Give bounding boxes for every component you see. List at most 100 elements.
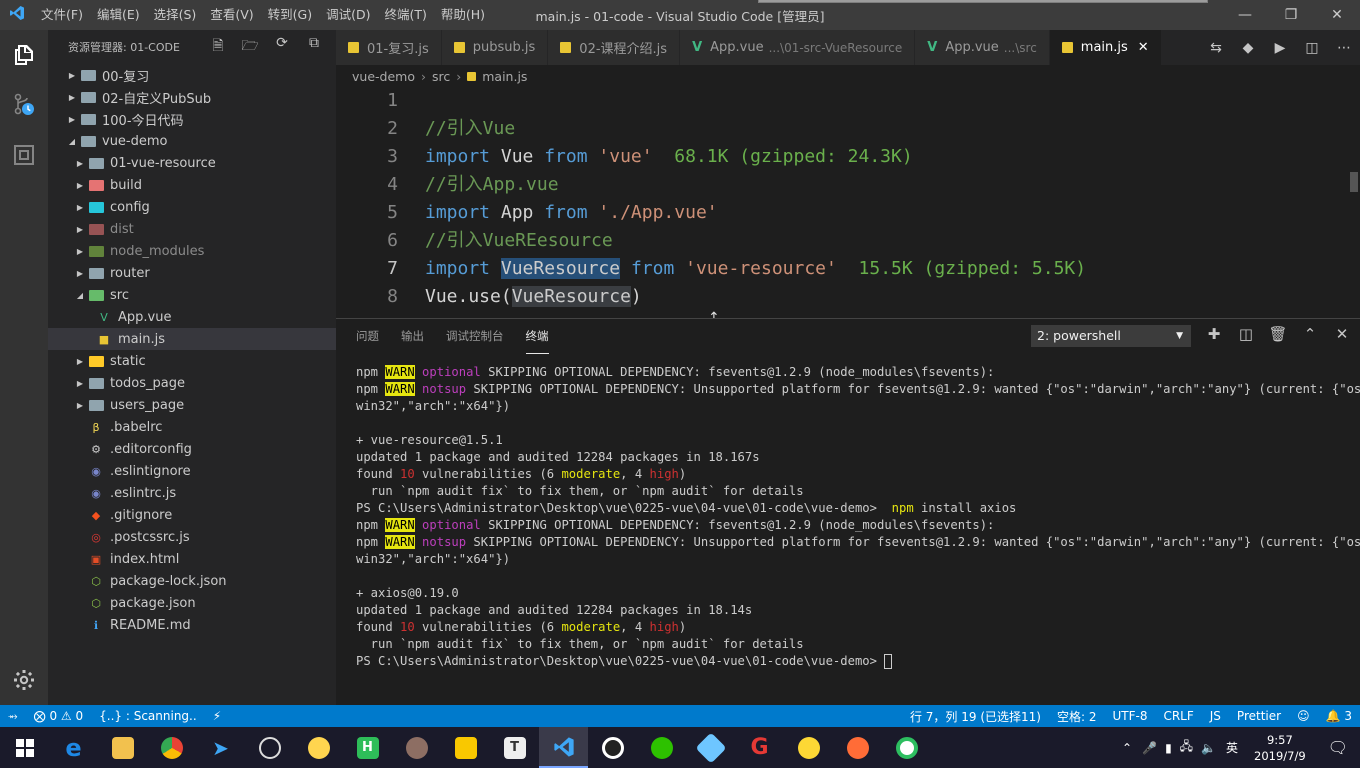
restore-button[interactable]: ❐ (1268, 0, 1314, 30)
tree-item[interactable]: ▶ config (48, 196, 336, 218)
tree-item[interactable]: ■ main.js (48, 328, 336, 350)
tree-item[interactable]: V App.vue (48, 306, 336, 328)
tree-item[interactable]: ◢ src (48, 284, 336, 306)
editor-tab[interactable]: main.js ✕ (1049, 30, 1162, 65)
feishu-icon[interactable]: ➤ (196, 727, 245, 768)
cursor-position[interactable]: 行 7，列 19 (已选择11) (902, 708, 1049, 725)
breadcrumb-item[interactable]: vue-demo (352, 69, 415, 84)
chrome-icon[interactable] (147, 727, 196, 768)
prettier-status[interactable]: Prettier (1229, 709, 1289, 723)
panel-tab[interactable]: 输出 (401, 319, 424, 354)
editor-scrollbar[interactable] (1346, 87, 1360, 318)
feedback-smiley-icon[interactable]: ☺ (1289, 709, 1318, 723)
tree-item[interactable]: ◉ .eslintrc.js (48, 482, 336, 504)
code-view[interactable]: 1 2//引入Vue 3 import Vue from 'vue' 68.1K (g… (336, 87, 1346, 311)
typora-icon[interactable]: T (490, 727, 539, 768)
tray-expand-icon[interactable]: ⌃ (1116, 741, 1138, 755)
tree-item[interactable]: ▶ dist (48, 218, 336, 240)
split-terminal-icon[interactable]: ◫ (1235, 325, 1257, 343)
extensions-icon[interactable] (0, 130, 48, 180)
encoding[interactable]: UTF-8 (1104, 709, 1155, 723)
close-window-button[interactable]: ✕ (1314, 0, 1360, 30)
tree-item[interactable]: ⚙ .editorconfig (48, 438, 336, 460)
new-terminal-icon[interactable]: ✚ (1203, 325, 1225, 343)
kill-terminal-icon[interactable]: 🗑 (1267, 325, 1289, 343)
tree-item[interactable]: β .babelrc (48, 416, 336, 438)
tree-item[interactable]: ℹ README.md (48, 614, 336, 636)
close-tab-icon[interactable]: ✕ (1138, 40, 1149, 55)
lightning-icon[interactable]: ⚡ (205, 709, 229, 723)
microphone-icon[interactable]: 🎤 (1138, 741, 1161, 755)
menu-item[interactable]: 编辑(E) (90, 0, 147, 30)
file-explorer-icon[interactable] (98, 727, 147, 768)
breadcrumb-item[interactable]: src (432, 69, 450, 84)
new-folder-icon[interactable]: 🗁 (234, 35, 266, 59)
tree-item[interactable]: ▶ static (48, 350, 336, 372)
menu-item[interactable]: 调试(D) (319, 0, 377, 30)
editor-tab[interactable]: 01-复习.js (336, 30, 442, 65)
notifications[interactable]: 🔔 3 (1318, 709, 1360, 723)
weather-icon[interactable] (294, 727, 343, 768)
panel-tab[interactable]: 终端 (525, 319, 549, 354)
qq-icon[interactable] (588, 727, 637, 768)
menu-item[interactable]: 选择(S) (147, 0, 204, 30)
pinwheel-app-icon[interactable] (686, 727, 735, 768)
tree-item[interactable]: ▶ 02-自定义PubSub (48, 86, 336, 108)
menu-item[interactable]: 查看(V) (203, 0, 260, 30)
player-icon[interactable] (441, 727, 490, 768)
clock[interactable]: 9:57 2019/7/9 (1244, 732, 1316, 764)
collapse-all-icon[interactable]: ⧉ (298, 35, 330, 59)
editor-tab[interactable]: V App.vue ...\01-src-VueResource (680, 30, 916, 65)
duck-app-icon[interactable] (784, 727, 833, 768)
close-panel-icon[interactable]: ✕ (1331, 325, 1353, 343)
menu-item[interactable]: 终端(T) (377, 0, 433, 30)
tree-item[interactable]: ▶ router (48, 262, 336, 284)
tree-item[interactable]: ▶ users_page (48, 394, 336, 416)
split-editor-icon[interactable]: ◫ (1296, 40, 1328, 56)
more-actions-icon[interactable]: ⋯ (1328, 40, 1360, 56)
evernote-icon[interactable] (882, 727, 931, 768)
editor-tab[interactable]: V App.vue ...\src (915, 30, 1050, 65)
tree-item[interactable]: ◆ .gitignore (48, 504, 336, 526)
tree-item[interactable]: ◎ .postcssrc.js (48, 526, 336, 548)
refresh-icon[interactable]: ⟳ (266, 35, 298, 59)
edge-icon[interactable]: e (49, 727, 98, 768)
wechat-icon[interactable] (637, 727, 686, 768)
problems-status[interactable]: ⨂ 0 ⚠ 0 (26, 709, 92, 723)
tree-item[interactable]: ▶ todos_page (48, 372, 336, 394)
tree-item[interactable]: ▶ 100-今日代码 (48, 108, 336, 130)
crosshair-app-icon[interactable] (245, 727, 294, 768)
tree-item[interactable]: ⬡ package-lock.json (48, 570, 336, 592)
menu-item[interactable]: 转到(G) (261, 0, 319, 30)
tree-item[interactable]: ◢ vue-demo (48, 130, 336, 152)
remote-icon[interactable]: ⥇ (0, 709, 26, 724)
compare-icon[interactable]: ⇆ (1200, 40, 1232, 56)
run-icon[interactable]: ▶ (1264, 40, 1296, 56)
battery-icon[interactable]: ▮ (1161, 741, 1176, 755)
language-mode[interactable]: JS (1202, 709, 1229, 723)
minimize-button[interactable]: — (1222, 0, 1268, 30)
tree-item[interactable]: ▶ 00-复习 (48, 64, 336, 86)
maximize-panel-icon[interactable]: ⌃ (1299, 325, 1321, 343)
red-app-icon[interactable]: G (735, 727, 784, 768)
editor-tab[interactable]: pubsub.js (441, 30, 549, 65)
vscode-taskbar-icon[interactable] (539, 727, 588, 768)
indentation[interactable]: 空格: 2 (1049, 708, 1105, 725)
network-icon[interactable]: 🖧 (1176, 737, 1197, 758)
action-center-icon[interactable]: 🗨 (1316, 738, 1360, 757)
avatar-app-icon[interactable] (392, 727, 441, 768)
new-file-icon[interactable]: 🗎 (202, 35, 234, 59)
tree-item[interactable]: ◉ .eslintignore (48, 460, 336, 482)
tree-item[interactable]: ⬡ package.json (48, 592, 336, 614)
settings-gear-icon[interactable] (0, 655, 48, 705)
scanning-status[interactable]: {..} : Scanning.. (91, 709, 205, 723)
line-ending[interactable]: CRLF (1155, 709, 1201, 723)
terminal-select[interactable]: 2: powershell ▼ (1031, 325, 1191, 347)
panel-tab[interactable]: 问题 (356, 319, 379, 354)
menu-item[interactable]: 文件(F) (34, 0, 90, 30)
editor-tab[interactable]: 02-课程介绍.js (548, 30, 681, 65)
terminal-output[interactable]: npm WARN optional SKIPPING OPTIONAL DEPE… (356, 364, 1360, 670)
volume-icon[interactable]: 🔈 (1197, 741, 1220, 755)
ime-indicator[interactable]: 英 (1220, 739, 1244, 756)
source-control-icon[interactable] (0, 80, 48, 130)
